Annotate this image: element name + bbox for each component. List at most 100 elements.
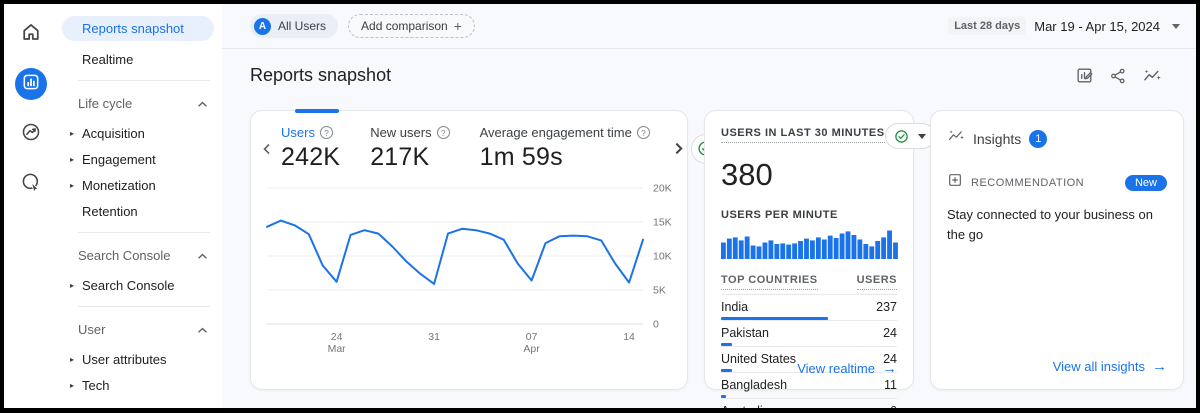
country-name: Bangladesh xyxy=(721,378,787,392)
country-bar xyxy=(721,395,726,398)
countries-table-header: TOP COUNTRIES USERS xyxy=(721,274,897,295)
reports-sidebar: Reports snapshot Realtime Life cycle ▸ Ac… xyxy=(58,4,222,408)
explore-icon xyxy=(20,121,42,148)
metric-value: 217K xyxy=(370,143,449,172)
country-users-value: 6 xyxy=(890,404,897,408)
metric-value: 1m 59s xyxy=(480,143,650,172)
expand-triangle-icon: ▸ xyxy=(66,155,78,164)
link-label: View all insights xyxy=(1053,359,1145,374)
sidebar-item-monetization[interactable]: ▸Monetization xyxy=(58,173,222,198)
sidebar-item-search-console[interactable]: ▸ Search Console xyxy=(58,273,222,298)
country-bar xyxy=(721,317,828,320)
svg-text:Apr: Apr xyxy=(523,343,540,355)
main-content: A All Users Add comparison + Last 28 day… xyxy=(222,4,1196,408)
metric-avg-engagement-tab[interactable]: Average engagement time? 1m 59s xyxy=(480,125,650,172)
sidebar-item-label: Realtime xyxy=(82,52,133,67)
sidebar-item-label: Retention xyxy=(82,204,138,219)
svg-text:20K: 20K xyxy=(653,183,672,195)
nav-explore-button[interactable] xyxy=(15,118,47,150)
sidebar-item-tech[interactable]: ▸Tech xyxy=(58,373,222,398)
users-line-chart[interactable]: 05K10K15K20K24Mar3107Apr14 xyxy=(265,182,679,363)
country-row: Pakistan24 xyxy=(721,321,897,347)
previous-metrics-button[interactable] xyxy=(261,138,273,160)
country-row: Australia 6 xyxy=(721,399,897,408)
help-icon[interactable]: ? xyxy=(637,126,650,139)
sidebar-item-engagement[interactable]: ▸ Engagement xyxy=(58,147,222,172)
users-per-minute-label: USERS PER MINUTE xyxy=(721,209,897,221)
selected-metric-indicator xyxy=(295,109,339,113)
date-range-badge: Last 28 days xyxy=(948,17,1026,35)
country-name: India xyxy=(721,300,748,314)
sidebar-item-label: Tech xyxy=(82,378,109,393)
realtime-quality-dropdown[interactable] xyxy=(885,123,935,149)
audience-avatar: A xyxy=(254,18,271,35)
caret-down-icon xyxy=(1172,24,1180,29)
sidebar-item-reports-snapshot[interactable]: Reports snapshot xyxy=(62,16,214,41)
svg-text:07: 07 xyxy=(526,331,538,343)
date-range-picker[interactable]: Last 28 days Mar 19 - Apr 15, 2024 xyxy=(948,17,1180,35)
svg-text:Mar: Mar xyxy=(328,343,347,355)
help-icon[interactable]: ? xyxy=(437,126,450,139)
new-badge: New xyxy=(1125,175,1167,191)
users-per-minute-chart[interactable] xyxy=(721,229,897,264)
sidebar-item-label: Acquisition xyxy=(82,126,145,141)
recommendation-label: RECOMMENDATION xyxy=(971,177,1084,189)
arrow-right-icon: → xyxy=(882,360,897,377)
view-all-insights-link[interactable]: View all insights → xyxy=(1053,358,1167,375)
sidebar-divider xyxy=(78,80,210,81)
add-comparison-button[interactable]: Add comparison + xyxy=(348,14,475,38)
top-countries-header[interactable]: TOP COUNTRIES xyxy=(721,274,818,290)
svg-text:14: 14 xyxy=(623,331,635,343)
country-bar xyxy=(721,369,732,372)
insights-sparkline-icon[interactable] xyxy=(1142,66,1162,86)
metrics-row: Users? 242K New users? 217K Average enga… xyxy=(251,111,687,172)
svg-text:31: 31 xyxy=(428,331,440,343)
countries-table: India237Pakistan24United States24Banglad… xyxy=(721,295,897,408)
overview-metrics-card: Users? 242K New users? 217K Average enga… xyxy=(250,110,688,390)
section-label: Life cycle xyxy=(78,96,132,111)
metric-label: Users xyxy=(281,125,315,140)
expand-triangle-icon: ▸ xyxy=(66,281,78,290)
next-metrics-button[interactable] xyxy=(672,138,685,160)
help-icon[interactable]: ? xyxy=(320,126,333,139)
sidebar-item-realtime[interactable]: Realtime xyxy=(62,47,214,72)
cards-row: Users? 242K New users? 217K Average enga… xyxy=(222,86,1196,390)
country-name: Australia xyxy=(721,404,770,408)
expand-triangle-icon: ▸ xyxy=(66,129,78,138)
country-users-value: 11 xyxy=(884,378,897,392)
caret-down-icon xyxy=(918,134,926,139)
sidebar-item-acquisition[interactable]: ▸ Acquisition xyxy=(58,121,222,146)
app-rail xyxy=(4,4,58,408)
all-users-chip[interactable]: A All Users xyxy=(250,14,338,38)
chevron-up-icon xyxy=(197,96,208,111)
users-last-30min-value: 380 xyxy=(721,157,897,193)
sidebar-item-retention[interactable]: ▸Retention xyxy=(58,199,222,224)
chevron-up-icon xyxy=(197,322,208,337)
section-header-search-console[interactable]: Search Console xyxy=(58,243,222,267)
recommendation-text[interactable]: Stay connected to your business on the g… xyxy=(947,205,1156,244)
users-column-header[interactable]: USERS xyxy=(857,274,897,290)
country-row: India 237 xyxy=(721,295,897,321)
country-name: United States xyxy=(721,352,796,366)
nav-home-button[interactable] xyxy=(15,18,47,50)
share-icon[interactable] xyxy=(1108,66,1128,86)
metric-label: New users xyxy=(370,125,431,140)
sidebar-item-label: Search Console xyxy=(82,278,175,293)
sidebar-item-user-attributes[interactable]: ▸User attributes xyxy=(58,347,222,372)
view-realtime-link[interactable]: View realtime → xyxy=(797,360,897,377)
customize-report-button[interactable] xyxy=(1074,66,1094,86)
section-header-life-cycle[interactable]: Life cycle xyxy=(58,91,222,115)
svg-text:24: 24 xyxy=(331,331,343,343)
svg-text:10K: 10K xyxy=(653,251,672,263)
section-header-user[interactable]: User xyxy=(58,317,222,341)
country-users-value: 237 xyxy=(876,300,897,314)
metric-new-users-tab[interactable]: New users? 217K xyxy=(370,125,449,172)
metric-users-tab[interactable]: Users? 242K xyxy=(281,125,340,172)
insights-title: Insights xyxy=(973,131,1021,147)
sidebar-item-label: Engagement xyxy=(82,152,156,167)
nav-reports-button[interactable] xyxy=(15,68,47,100)
nav-advertising-button[interactable] xyxy=(15,168,47,200)
chevron-up-icon xyxy=(197,248,208,263)
page-title: Reports snapshot xyxy=(250,65,391,86)
metric-value: 242K xyxy=(281,143,340,172)
